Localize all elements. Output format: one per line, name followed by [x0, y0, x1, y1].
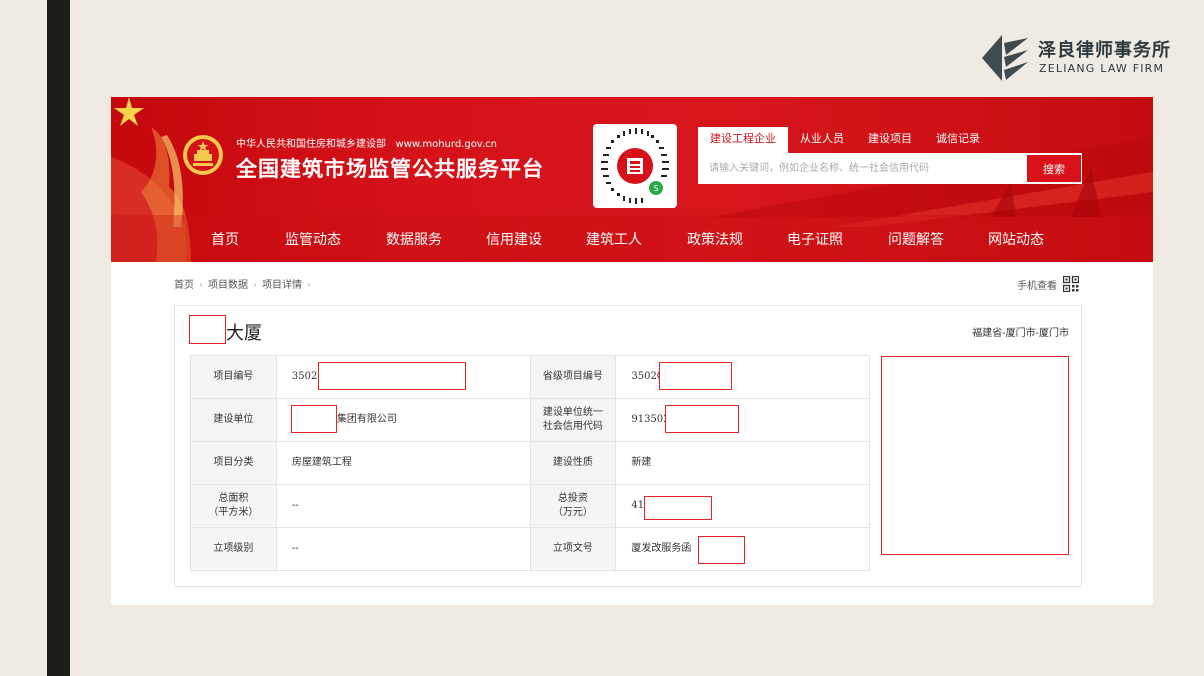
- qr-code-icon: [1063, 276, 1079, 292]
- field-value: 新建: [615, 441, 870, 485]
- firm-logo-icon: [982, 35, 1028, 81]
- breadcrumb-project-detail: 项目详情: [262, 280, 302, 291]
- redaction-box: [291, 405, 337, 433]
- search-box: 搜索: [698, 153, 1082, 184]
- project-title: 大厦: [226, 323, 262, 344]
- table-row: 立项级别 -- 立项文号 厦发改服务函: [190, 527, 870, 571]
- field-value: 913502: [615, 398, 870, 442]
- site-banner: 中华人民共和国住房和城乡建设部 www.mohurd.gov.cn 全国建筑市场…: [111, 97, 1153, 262]
- breadcrumb-home[interactable]: 首页: [174, 280, 194, 291]
- project-detail-card: 大厦 福建省-厦门市-厦门市 项目编号 35020 省级项目编号 35020 建…: [174, 305, 1082, 587]
- nav-workers[interactable]: 建筑工人: [586, 227, 642, 262]
- redaction-box: [698, 536, 745, 564]
- slide-left-bar: [47, 0, 70, 676]
- search-button[interactable]: 搜索: [1027, 155, 1081, 182]
- nav-home[interactable]: 首页: [211, 227, 239, 262]
- field-value: 房屋建筑工程: [275, 441, 531, 485]
- field-label: 项目分类: [190, 441, 277, 485]
- field-label: 建设性质: [529, 441, 617, 485]
- project-location: 福建省-厦门市-厦门市: [972, 328, 1069, 339]
- field-label: 立项文号: [529, 527, 617, 571]
- redaction-box: [189, 315, 226, 344]
- firm-name-cn: 泽良律师事务所: [1038, 40, 1171, 61]
- nav-data-services[interactable]: 数据服务: [386, 227, 442, 262]
- search-tabs: 建设工程企业 从业人员 建设项目 诚信记录: [698, 127, 992, 153]
- search-input[interactable]: [698, 153, 1026, 184]
- chevron-right-icon: ›: [307, 280, 311, 291]
- nav-credit[interactable]: 信用建设: [486, 227, 542, 262]
- mobile-view-link[interactable]: 手机查看: [1017, 276, 1079, 292]
- search-tab-personnel[interactable]: 从业人员: [788, 127, 856, 153]
- field-label: 建设单位统一 社会信用代码: [529, 398, 617, 442]
- mini-program-qr: S: [593, 124, 677, 208]
- redaction-box: [665, 405, 739, 433]
- chevron-right-icon: ›: [199, 280, 203, 291]
- redaction-box: [659, 362, 732, 390]
- nav-policy[interactable]: 政策法规: [687, 227, 743, 262]
- redaction-box: [881, 356, 1069, 555]
- redaction-box: [318, 362, 466, 390]
- mobile-view-label: 手机查看: [1017, 280, 1057, 292]
- firm-name-en: ZELIANG LAW FIRM: [1039, 62, 1165, 75]
- search-tab-projects[interactable]: 建设项目: [856, 127, 924, 153]
- field-label: 总投资 （万元）: [529, 484, 617, 528]
- search-tab-enterprise[interactable]: 建设工程企业: [698, 127, 788, 153]
- website-screenshot: 中华人民共和国住房和城乡建设部 www.mohurd.gov.cn 全国建筑市场…: [111, 97, 1153, 605]
- field-label: 总面积 （平方米）: [190, 484, 277, 528]
- svg-text:S: S: [653, 184, 658, 193]
- platform-title: 全国建筑市场监管公共服务平台: [236, 157, 544, 181]
- breadcrumb-project-data[interactable]: 项目数据: [208, 280, 248, 291]
- nav-regulatory-news[interactable]: 监管动态: [285, 227, 341, 262]
- project-info-table: 项目编号 35020 省级项目编号 35020 建设单位 集团有限公司 建设单位…: [190, 355, 870, 571]
- main-nav: 首页 监管动态 数据服务 信用建设 建筑工人 政策法规 电子证照 问题解答 网站…: [111, 227, 1153, 262]
- nav-e-certificates[interactable]: 电子证照: [787, 227, 843, 262]
- field-value: --: [275, 484, 531, 528]
- table-row: 项目分类 房屋建筑工程 建设性质 新建: [190, 441, 870, 485]
- nav-faq[interactable]: 问题解答: [888, 227, 944, 262]
- ministry-line: 中华人民共和国住房和城乡建设部 www.mohurd.gov.cn: [236, 135, 497, 150]
- table-row: 总面积 （平方米） -- 总投资 （万元） 41: [190, 484, 870, 528]
- breadcrumb: 首页 › 项目数据 › 项目详情 ›: [174, 276, 316, 291]
- national-emblem-icon: [183, 135, 223, 175]
- ministry-website[interactable]: www.mohurd.gov.cn: [396, 139, 497, 150]
- field-label: 省级项目编号: [529, 355, 617, 399]
- nav-site-news[interactable]: 网站动态: [988, 227, 1044, 262]
- firm-logo: 泽良律师事务所 ZELIANG LAW FIRM: [982, 33, 1182, 83]
- redaction-box: [644, 496, 712, 520]
- field-label: 项目编号: [190, 355, 277, 399]
- chevron-right-icon: ›: [253, 280, 257, 291]
- search-tab-credit[interactable]: 诚信记录: [924, 127, 992, 153]
- field-label: 立项级别: [190, 527, 277, 571]
- ministry-name: 中华人民共和国住房和城乡建设部: [236, 139, 386, 150]
- field-value: 35020: [615, 355, 870, 399]
- table-row: 项目编号 35020 省级项目编号 35020: [190, 355, 870, 399]
- field-label: 建设单位: [190, 398, 277, 442]
- field-value: --: [275, 527, 531, 571]
- mini-program-qr-icon: S: [601, 128, 669, 204]
